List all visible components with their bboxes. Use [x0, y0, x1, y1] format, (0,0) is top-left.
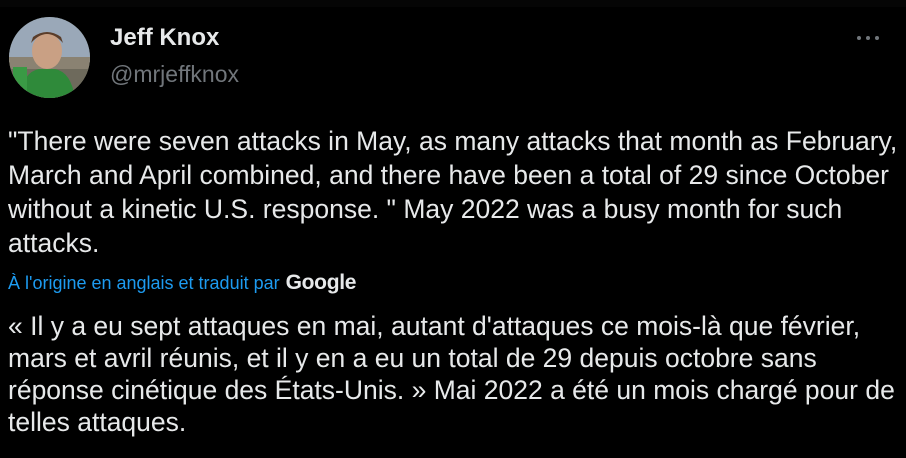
translation-link[interactable]: À l'origine en anglais et traduit par	[8, 273, 280, 294]
author-name[interactable]: Jeff Knox	[110, 24, 219, 52]
more-horizontal-icon	[857, 36, 861, 40]
translation-attribution: À l'origine en anglais et traduit par Go…	[8, 268, 356, 298]
tweet-text: "There were seven attacks in May, as man…	[8, 126, 898, 258]
profile-photo	[9, 17, 90, 98]
top-divider	[0, 0, 906, 7]
more-horizontal-icon	[875, 36, 879, 40]
google-logo: Google	[285, 271, 357, 294]
more-horizontal-icon	[866, 36, 870, 40]
more-options-button[interactable]	[848, 26, 888, 50]
avatar[interactable]	[9, 17, 90, 98]
author-handle[interactable]: @mrjeffknox	[110, 60, 239, 88]
translated-text: « Il y a eu sept attaques en mai, autant…	[8, 311, 895, 437]
